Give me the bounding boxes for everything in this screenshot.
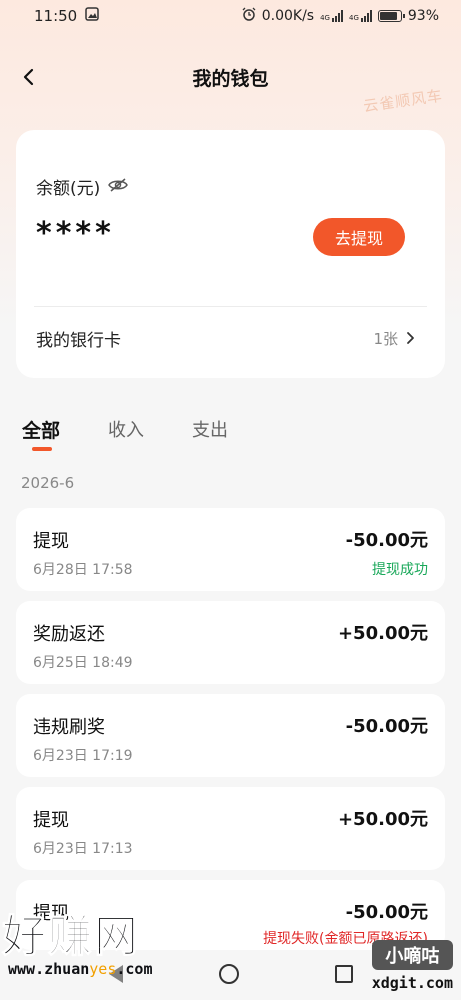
transaction-time: 6月28日 17:58 — [33, 562, 133, 578]
month-header: 2026-6 — [21, 474, 75, 492]
chevron-right-icon — [407, 332, 414, 344]
transaction-item[interactable]: 违规刷奖 6月23日 17:19 -50.00元 — [16, 694, 445, 777]
transaction-item[interactable]: 提现 6月23日 17:13 +50.00元 — [16, 787, 445, 870]
transaction-title: 提现 — [33, 810, 69, 831]
balance-label-row: 余额(元) — [36, 174, 129, 199]
status-bar: 11:50 0.00K/s 4G 4G 93% — [0, 0, 461, 32]
site-watermark-url-mid: yes — [89, 960, 117, 978]
site-watermark-left: 好赚网 www.zhuanyes.com — [2, 911, 153, 978]
site-watermark-right: 小嘀咕 xdgit.com — [371, 940, 453, 992]
back-button[interactable] — [14, 62, 44, 92]
transaction-tabs: 全部 收入 支出 — [22, 416, 228, 451]
signal-icon-2: 4G — [349, 10, 372, 22]
transaction-amount: +50.00元 — [337, 623, 428, 644]
transaction-title: 违规刷奖 — [33, 717, 105, 738]
signal-label: 4G — [320, 14, 330, 22]
tab-all-label: 全部 — [22, 420, 61, 442]
nav-recents-icon[interactable] — [334, 965, 353, 983]
signal-label-2: 4G — [348, 14, 359, 22]
site-watermark-url-pre: www.zhuan — [8, 960, 90, 978]
signal-icon: 4G — [320, 10, 343, 22]
transaction-amount: -50.00元 — [345, 902, 428, 923]
status-time: 11:50 — [34, 7, 78, 25]
bank-card-label: 我的银行卡 — [36, 330, 121, 351]
network-speed: 0.00K/s — [261, 8, 315, 24]
transaction-amount: -50.00元 — [345, 530, 428, 551]
tab-income[interactable]: 收入 — [108, 416, 144, 450]
battery-icon — [377, 10, 405, 22]
balance-value: **** — [36, 216, 115, 251]
bank-card-count-wrap: 1张 — [373, 328, 415, 349]
battery-percent: 93% — [407, 8, 439, 24]
transaction-item[interactable]: 奖励返还 6月25日 18:49 +50.00元 — [16, 601, 445, 684]
balance-label: 余额(元) — [36, 179, 101, 199]
site-watermark-right-logo: 小嘀咕 — [371, 940, 453, 970]
withdraw-button[interactable]: 去提现 — [313, 218, 405, 256]
card-divider — [34, 306, 427, 307]
bank-card-row[interactable]: 我的银行卡 1张 — [36, 326, 415, 351]
eye-hidden-icon[interactable] — [108, 177, 129, 197]
alarm-icon — [242, 7, 256, 25]
tab-expense-label: 支出 — [192, 420, 229, 441]
tab-expense[interactable]: 支出 — [192, 416, 228, 450]
nav-home-icon[interactable] — [218, 964, 239, 984]
balance-card: 余额(元) **** 去提现 我的银行卡 1张 — [16, 130, 445, 378]
transaction-title: 奖励返还 — [33, 624, 105, 645]
tab-all[interactable]: 全部 — [22, 416, 61, 451]
site-watermark-url-post: .com — [116, 960, 153, 978]
tab-income-label: 收入 — [108, 420, 145, 441]
transaction-time: 6月23日 17:13 — [33, 841, 133, 857]
page-title: 我的钱包 — [192, 67, 269, 90]
site-watermark-right-url: xdgit.com — [371, 974, 453, 992]
transaction-status: 提现成功 — [372, 562, 428, 578]
transaction-time: 6月23日 17:19 — [33, 748, 133, 764]
site-watermark-logo: 好赚网 — [2, 911, 140, 962]
tab-active-indicator — [32, 447, 52, 451]
transaction-title: 提现 — [33, 531, 69, 552]
transaction-amount: +50.00元 — [337, 809, 428, 830]
site-watermark-url: www.zhuanyes.com — [2, 960, 153, 978]
gallery-notification-icon — [85, 7, 99, 25]
transaction-amount: -50.00元 — [345, 716, 428, 737]
transaction-item[interactable]: 提现 6月28日 17:58 -50.00元 提现成功 — [16, 508, 445, 591]
chevron-left-icon — [23, 68, 34, 86]
bank-card-count: 1张 — [373, 329, 398, 348]
transaction-time: 6月25日 18:49 — [33, 655, 133, 671]
